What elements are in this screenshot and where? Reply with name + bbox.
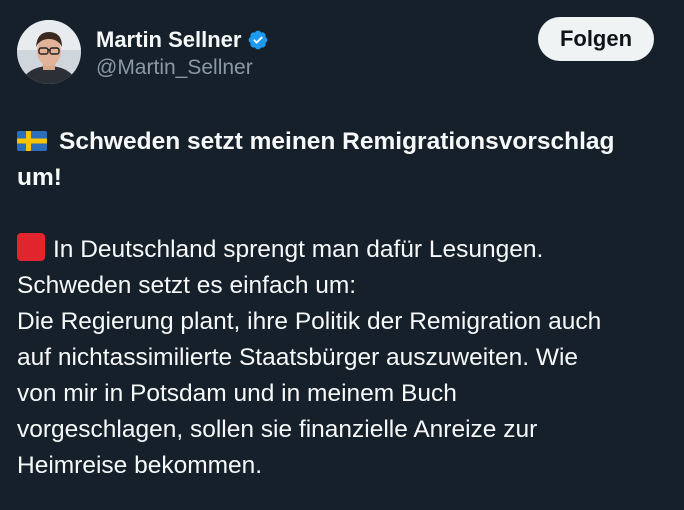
headline-line-2: um!	[17, 164, 62, 191]
verified-badge-icon	[249, 30, 268, 50]
post-body: Schweden setzt meinen Remigrationsvorsch…	[17, 124, 667, 484]
tweet-card: Martin Sellner @Martin_Sellner Folgen Sc…	[0, 0, 684, 510]
headline-line-1: Schweden setzt meinen Remigrationsvorsch…	[59, 128, 615, 155]
post-line: Schweden setzt es einfach um:	[17, 272, 357, 299]
author-name[interactable]: Martin Sellner	[96, 26, 241, 54]
post-paragraph: In Deutschland sprengt man dafür Lesunge…	[17, 232, 667, 484]
post-line: vorgeschlagen, sollen sie finanzielle An…	[17, 416, 538, 443]
post-line: In Deutschland sprengt man dafür Lesunge…	[17, 232, 667, 268]
author-handle[interactable]: @Martin_Sellner	[96, 55, 253, 81]
post-headline: Schweden setzt meinen Remigrationsvorsch…	[17, 124, 667, 196]
post-line: Heimreise bekommen.	[17, 452, 263, 479]
avatar[interactable]	[17, 20, 81, 84]
author-name-row[interactable]: Martin Sellner	[96, 26, 269, 54]
post-line: auf nichtassimilierte Staatsbürger auszu…	[17, 344, 579, 371]
post-line-text: In Deutschland sprengt man dafür Lesunge…	[53, 236, 544, 263]
post-line: von mir in Potsdam und in meinem Buch	[17, 380, 457, 407]
post-line: Die Regierung plant, ihre Politik der Re…	[17, 308, 602, 335]
avatar-image	[17, 20, 81, 84]
red-square-icon	[17, 233, 45, 261]
follow-button[interactable]: Folgen	[538, 17, 654, 61]
swedish-flag-icon	[17, 131, 47, 151]
